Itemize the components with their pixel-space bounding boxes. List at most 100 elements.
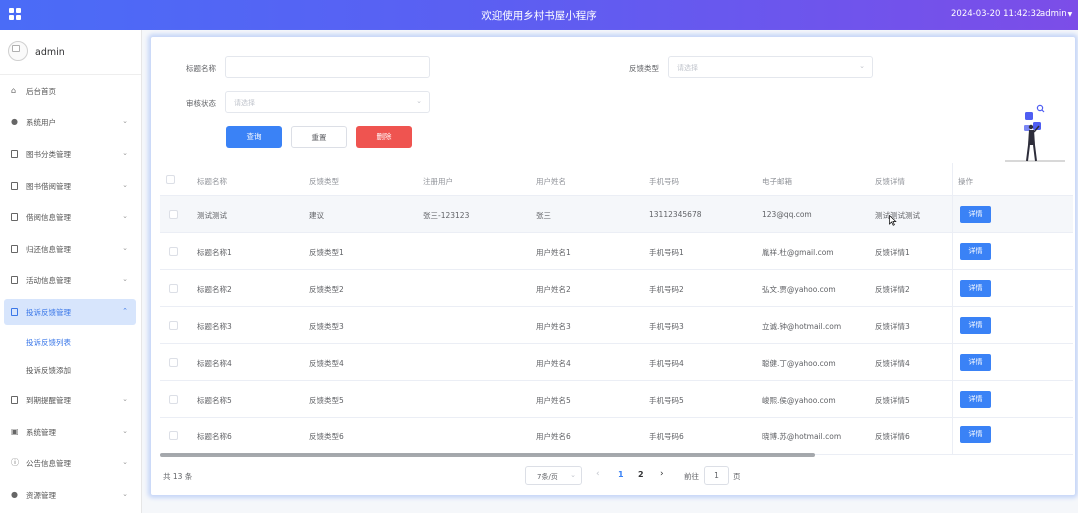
user-dropdown[interactable]: admin▼ [1040,9,1072,19]
cell-type: 反馈类型2 [309,285,344,294]
status-filter-select[interactable]: 请选择 ⌄ [225,91,430,113]
type-filter-select[interactable]: 请选择 ⌄ [668,56,873,78]
sidebar-item-borrow-info[interactable]: 借阅信息管理 ⌄ [4,204,136,230]
table-row[interactable]: 标题名称6 反馈类型6 用户姓名6 手机号码6 晓博.苏@hotmail.com… [160,418,1073,455]
query-button[interactable]: 查询 [226,126,282,148]
sidebar-item-complaint-feedback[interactable]: 投诉反馈管理 ⌃ [4,299,136,325]
cell-detail: 反馈详情6 [875,432,910,441]
cell-type: 反馈类型6 [309,432,344,441]
detail-button[interactable]: 详情 [960,426,991,443]
sidebar-item-label: 投诉反馈管理 [26,308,71,317]
fixed-column-divider [952,163,953,454]
next-page-icon[interactable]: › [660,469,664,479]
sidebar-item-home[interactable]: ⌂ 后台首页 [4,78,136,104]
sidebar-item-label: 图书借阅管理 [26,182,71,191]
table-row[interactable]: 标题名称1 反馈类型1 用户姓名1 手机号码1 胤祥.杜@gmail.com 反… [160,233,1073,270]
detail-button[interactable]: 详情 [960,391,991,408]
detail-button[interactable]: 详情 [960,280,991,297]
table-row[interactable]: 测试测试 建议 张三-123123 张三 13112345678 123@qq.… [160,196,1073,233]
cell-title: 标题名称4 [197,359,232,368]
chart-icon: ▣ [11,427,19,436]
sidebar-item-label: 资源管理 [26,491,56,500]
table-row[interactable]: 标题名称5 反馈类型5 用户姓名5 手机号码5 峻熙.侯@yahoo.com 反… [160,381,1073,418]
reset-button[interactable]: 重置 [291,126,347,148]
table-row[interactable]: 标题名称4 反馈类型4 用户姓名4 手机号码4 聪健.丁@yahoo.com 反… [160,344,1073,381]
cell-detail: 反馈详情4 [875,359,910,368]
sidebar-subitem-feedback-list[interactable]: 投诉反馈列表 [26,337,71,348]
sidebar-item-return-info[interactable]: 归还信息管理 ⌄ [4,236,136,262]
cell-detail: 反馈详情3 [875,322,910,331]
sidebar-item-book-category[interactable]: 图书分类管理 ⌄ [4,141,136,167]
row-checkbox[interactable] [169,431,178,440]
top-bar: 欢迎使用乡村书屋小程序 2024-03-20 11:42:32 admin▼ [0,0,1078,30]
sidebar-item-book-borrow[interactable]: 图书借阅管理 ⌄ [4,173,136,199]
cell-name: 用户姓名6 [536,432,571,441]
title-filter-input[interactable] [225,56,430,78]
user-name: admin [1040,9,1067,19]
location-icon: ● [11,490,18,499]
cell-phone: 手机号码4 [649,359,684,368]
column-header: 反馈类型 [309,177,339,186]
sidebar-item-label: 借阅信息管理 [26,213,71,222]
sidebar-item-label: 活动信息管理 [26,276,71,285]
cell-detail: 反馈详情5 [875,396,910,405]
cell-title: 标题名称2 [197,285,232,294]
row-checkbox[interactable] [169,284,178,293]
goto-page-input[interactable]: 1 [704,466,729,485]
decorative-illustration [1005,104,1065,162]
delete-button[interactable]: 删除 [356,126,412,148]
cell-phone: 手机号码5 [649,396,684,405]
cell-email: 立诚.钟@hotmail.com [762,322,842,331]
cell-type: 反馈类型3 [309,322,344,331]
detail-button[interactable]: 详情 [960,354,991,371]
row-checkbox[interactable] [169,210,178,219]
page-number[interactable]: 2 [638,470,644,479]
status-filter-placeholder: 请选择 [234,99,255,107]
sidebar-item-announcement[interactable]: ⓘ 公告信息管理 ⌄ [4,450,136,476]
pagination-total: 共 13 条 [163,472,193,481]
sidebar-item-label: 到期提醒管理 [26,396,71,405]
cell-email: 胤祥.杜@gmail.com [762,248,834,257]
page-size-select[interactable]: 7条/页 ⌄ [525,466,582,485]
chevron-up-icon: ⌃ [122,307,128,315]
row-checkbox[interactable] [169,395,178,404]
sidebar-item-system-management[interactable]: ▣ 系统管理 ⌄ [4,419,136,445]
detail-button[interactable]: 详情 [960,206,991,223]
cell-name: 用户姓名2 [536,285,571,294]
row-checkbox[interactable] [169,358,178,367]
detail-button[interactable]: 详情 [960,243,991,260]
cell-title: 测试测试 [197,211,227,220]
sidebar-item-activity-info[interactable]: 活动信息管理 ⌄ [4,267,136,293]
document-icon [11,308,19,316]
sidebar-item-system-users[interactable]: ● 系统用户 ⌄ [4,109,136,135]
cell-name: 用户姓名1 [536,248,571,257]
cell-type: 建议 [309,211,324,220]
cell-title: 标题名称6 [197,432,232,441]
sidebar-item-label: 公告信息管理 [26,459,71,468]
cell-type: 反馈类型4 [309,359,344,368]
current-datetime: 2024-03-20 11:42:32 [951,9,1042,19]
sidebar-subitem-feedback-add[interactable]: 投诉反馈添加 [26,365,71,376]
prev-page-icon[interactable]: ‹ [596,469,600,479]
detail-button[interactable]: 详情 [960,317,991,334]
cell-phone: 手机号码2 [649,285,684,294]
chevron-down-icon: ⌄ [122,181,128,189]
row-checkbox[interactable] [169,321,178,330]
page-number[interactable]: 1 [618,470,624,479]
document-icon [11,182,19,190]
horizontal-scrollbar[interactable] [160,453,815,457]
document-icon [11,213,19,221]
chevron-down-icon: ⌄ [122,427,128,435]
select-all-checkbox[interactable] [166,175,175,184]
chevron-down-icon: ⌄ [122,395,128,403]
row-checkbox[interactable] [169,247,178,256]
avatar [8,41,28,61]
document-icon [11,276,19,284]
cell-name: 用户姓名3 [536,322,571,331]
column-header: 注册用户 [423,177,453,186]
table-row[interactable]: 标题名称3 反馈类型3 用户姓名3 手机号码3 立诚.钟@hotmail.com… [160,307,1073,344]
sidebar-item-due-reminder[interactable]: 到期提醒管理 ⌄ [4,387,136,413]
sidebar-item-resources[interactable]: ● 资源管理 ⌄ [4,482,136,508]
home-icon: ⌂ [11,86,17,95]
table-row[interactable]: 标题名称2 反馈类型2 用户姓名2 手机号码2 弘文.贾@yahoo.com 反… [160,270,1073,307]
